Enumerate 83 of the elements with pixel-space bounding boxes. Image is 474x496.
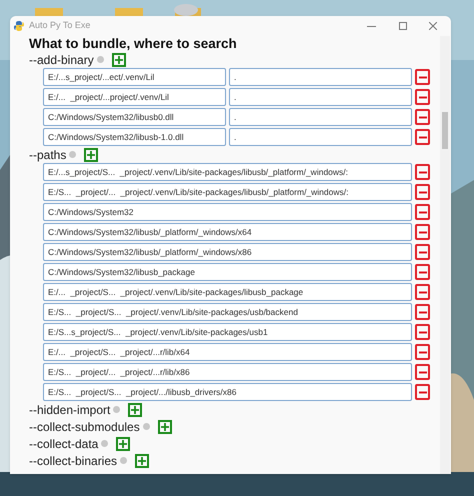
- minus-icon: [418, 350, 426, 354]
- minus-icon: [418, 116, 426, 118]
- remove-button[interactable]: [415, 264, 430, 280]
- path-field[interactable]: .: [229, 128, 412, 146]
- scrollbar[interactable]: [440, 36, 450, 474]
- remove-button[interactable]: [415, 184, 430, 200]
- add-button[interactable]: [116, 436, 130, 450]
- close-icon[interactable]: [429, 22, 437, 30]
- minus-icon: [418, 136, 426, 138]
- remove-button[interactable]: [415, 129, 430, 145]
- minus-icon: [418, 210, 426, 214]
- minus-icon: [418, 96, 426, 98]
- window-title: Auto Py To Exe: [29, 19, 90, 32]
- path-field[interactable]: .: [229, 88, 412, 106]
- plus-icon: [160, 422, 169, 430]
- python-logo-icon: [14, 21, 24, 31]
- path-field[interactable]: E:/... _project/...project/.venv/Lil: [43, 88, 226, 106]
- add-button[interactable]: [112, 52, 126, 66]
- remove-button[interactable]: [415, 284, 430, 300]
- option-label: --add-binary: [29, 52, 94, 68]
- minus-icon: [418, 76, 426, 78]
- minus-icon: [418, 370, 426, 374]
- path-field[interactable]: C:/Windows/System32/libusb/_platform/_windows/x86: [43, 243, 412, 261]
- option-label: --collect-data: [29, 436, 98, 452]
- path-field[interactable]: E:/...s_project/S... _project/.venv/Lib/site-packages/libusb/_platform/_windows/:: [43, 163, 412, 181]
- path-field[interactable]: .: [229, 68, 412, 86]
- remove-button[interactable]: [415, 244, 430, 260]
- path-field[interactable]: E:/S... _project/S... _project/.../libusb_drivers/x86: [43, 383, 412, 401]
- add-button[interactable]: [135, 454, 150, 468]
- remove-button[interactable]: [415, 204, 430, 220]
- path-field[interactable]: E:/S...s_project/S... _project/.venv/Lib/site-packages/usb1: [43, 323, 412, 341]
- option-label: --collect-binaries: [29, 452, 118, 470]
- path-field[interactable]: E:/S... _project/... _project/...r/lib/x86: [43, 363, 412, 381]
- remove-button[interactable]: [415, 164, 430, 180]
- help-icon: [142, 423, 150, 430]
- minus-icon: [418, 270, 426, 274]
- remove-button[interactable]: [415, 69, 430, 85]
- path-field[interactable]: C:/Windows/System32/libusb_package: [43, 263, 412, 281]
- option-label: --collect-submodules: [29, 418, 140, 436]
- path-field[interactable]: C:/Windows/System32/libusb-1.0.dll: [43, 128, 226, 146]
- remove-button[interactable]: [415, 304, 430, 320]
- minus-icon: [418, 230, 426, 234]
- minus-icon: [418, 190, 426, 194]
- plus-icon: [138, 456, 146, 464]
- path-field[interactable]: C:/Windows/System32/libusb/_platform/_windows/x64: [43, 223, 412, 241]
- remove-button[interactable]: [415, 324, 430, 340]
- help-icon: [96, 56, 104, 63]
- path-field[interactable]: E:/S... _project/... _project/.venv/Lib/site-packages/libusb/_platform/_windows/:: [43, 183, 412, 201]
- remove-button[interactable]: [415, 224, 430, 240]
- path-field[interactable]: .: [229, 108, 412, 126]
- minus-icon: [418, 290, 426, 294]
- path-field[interactable]: E:/... _project/S... _project/.venv/Lib/site-packages/libusb_package: [43, 283, 412, 301]
- remove-button[interactable]: [415, 109, 430, 125]
- plus-icon: [87, 150, 96, 158]
- minus-icon: [418, 170, 426, 174]
- remove-button[interactable]: [415, 364, 430, 380]
- remove-button[interactable]: [415, 344, 430, 360]
- scroll-thumb[interactable]: [442, 112, 448, 149]
- help-icon: [69, 151, 76, 158]
- help-icon: [120, 457, 128, 464]
- minus-icon: [418, 330, 426, 334]
- add-button[interactable]: [84, 148, 98, 162]
- plus-icon: [119, 440, 128, 448]
- add-button[interactable]: [128, 402, 142, 416]
- help-icon: [101, 440, 108, 447]
- plus-icon: [131, 406, 140, 414]
- help-icon: [113, 406, 120, 413]
- minus-icon: [418, 310, 426, 314]
- minus-icon: [418, 390, 426, 394]
- path-field[interactable]: E:/... _project/S... _project/...r/lib/x64: [43, 343, 412, 361]
- option-label: --hidden-import: [29, 402, 110, 418]
- remove-button[interactable]: [415, 384, 430, 400]
- section-heading: What to bundle, where to search: [29, 36, 238, 51]
- plus-icon: [114, 56, 123, 64]
- path-field[interactable]: E:/...s_project/...ect/.venv/Lil: [43, 68, 226, 86]
- path-field[interactable]: E:/S... _project/S... _project/.venv/Lib/site-packages/usb/backend: [43, 303, 412, 321]
- remove-button[interactable]: [415, 89, 430, 105]
- add-button[interactable]: [158, 420, 172, 434]
- option-label: --paths: [29, 146, 66, 164]
- maximize-icon[interactable]: [399, 22, 407, 30]
- path-field[interactable]: C:/Windows/System32: [43, 203, 412, 221]
- path-field[interactable]: C:/Windows/System32/libusb0.dll: [43, 108, 226, 126]
- minus-icon: [418, 250, 426, 254]
